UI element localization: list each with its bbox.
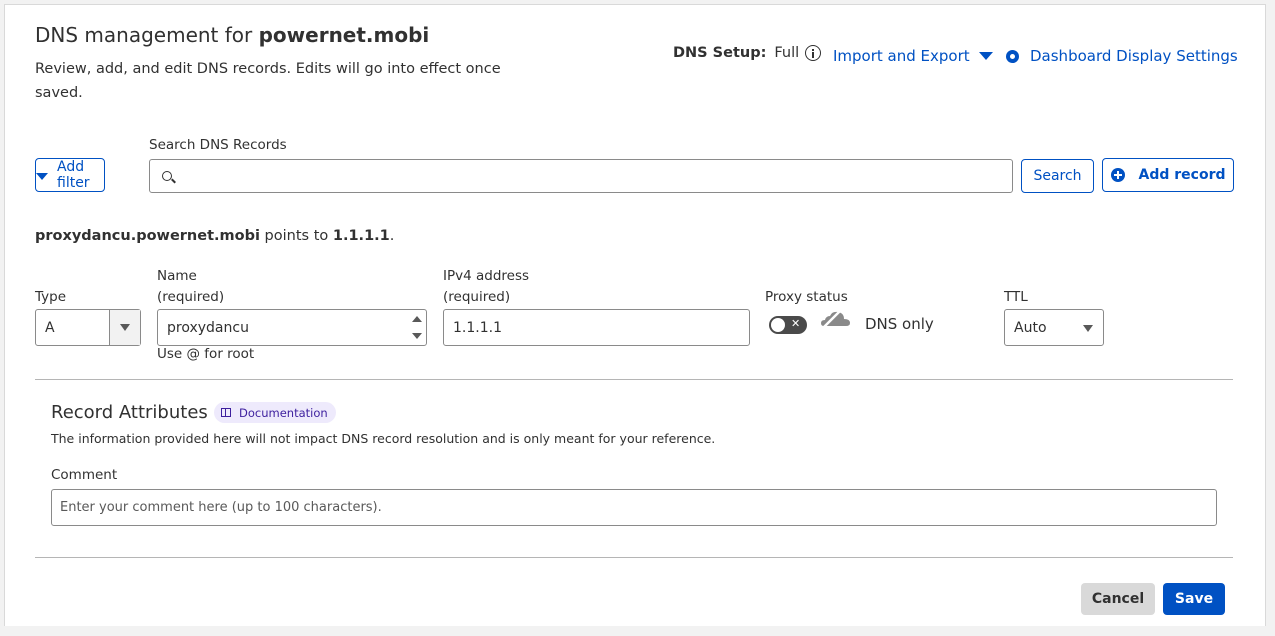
page-bottom-strip [0, 626, 1275, 636]
page-title: DNS management for powernet.mobi [35, 23, 429, 47]
add-record-button[interactable]: Add record [1102, 158, 1234, 192]
documentation-link[interactable]: Documentation [214, 402, 336, 423]
book-icon [221, 408, 231, 417]
plus-circle-icon [1110, 168, 1125, 182]
gear-icon [1006, 49, 1019, 63]
divider [35, 379, 1233, 380]
search-label: Search DNS Records [149, 137, 287, 153]
chevron-down-icon [120, 324, 130, 331]
divider [35, 557, 1233, 558]
page-title-domain: powernet.mobi [258, 23, 430, 47]
chevron-down-icon [1083, 325, 1093, 332]
close-icon: ✕ [791, 317, 801, 330]
ttl-select[interactable]: Auto [1004, 309, 1104, 346]
filter-icon [36, 172, 48, 180]
import-export-label: Import and Export [833, 47, 970, 65]
record-attributes-description: The information provided here will not i… [51, 431, 716, 446]
page-title-prefix: DNS management for [35, 23, 259, 47]
name-spinner[interactable] [412, 314, 422, 341]
spin-down-icon[interactable] [412, 333, 422, 339]
proxy-status-value: DNS only [865, 315, 934, 333]
add-filter-label: Add filter [57, 159, 90, 191]
record-points-to: points to [259, 228, 333, 244]
ttl-value: Auto [1014, 319, 1047, 336]
proxy-toggle[interactable]: ✕ [769, 316, 807, 334]
page-subtitle: Review, add, and edit DNS records. Edits… [35, 61, 501, 101]
documentation-label: Documentation [239, 405, 328, 420]
toggle-knob [771, 318, 785, 332]
cancel-button[interactable]: Cancel [1081, 583, 1155, 615]
add-record-label: Add record [1138, 167, 1226, 183]
record-attributes-title: Record Attributes [51, 402, 208, 423]
type-label: Type [35, 289, 67, 305]
type-dropdown-toggle[interactable] [109, 310, 140, 345]
name-help-text: Use @ for root [157, 346, 255, 362]
dashboard-display-settings-label: Dashboard Display Settings [1030, 47, 1238, 65]
record-target: 1.1.1.1 [332, 228, 390, 244]
proxy-status-label: Proxy status [765, 289, 848, 305]
dns-management-card: DNS management for powernet.mobi Review,… [4, 4, 1266, 630]
comment-label: Comment [51, 467, 118, 483]
ipv4-required: (required) [443, 289, 511, 305]
search-input[interactable] [149, 159, 1013, 193]
spin-up-icon[interactable] [412, 316, 422, 322]
type-select[interactable]: A [35, 309, 141, 346]
dns-setup-value: Full [774, 45, 800, 61]
cloud-icon [821, 309, 850, 330]
name-label: Name [157, 268, 197, 284]
add-filter-button[interactable]: Add filter [35, 158, 105, 192]
save-button[interactable]: Save [1163, 583, 1225, 615]
name-input[interactable]: proxydancu [157, 309, 427, 346]
dns-setup-label: DNS Setup: [673, 45, 767, 61]
dns-setup-status: DNS Setup: Full [673, 45, 822, 61]
name-required: (required) [157, 289, 225, 305]
search-icon [162, 171, 172, 181]
record-summary: proxydancu.powernet.mobi points to 1.1.1… [35, 228, 394, 244]
name-value: proxydancu [167, 319, 249, 336]
record-end: . [389, 228, 395, 244]
ttl-label: TTL [1004, 289, 1028, 305]
dashboard-display-settings-link[interactable]: Dashboard Display Settings [1006, 47, 1238, 65]
caret-down-icon [978, 52, 993, 60]
search-button[interactable]: Search [1021, 159, 1094, 193]
type-value: A [45, 319, 55, 336]
ipv4-label: IPv4 address [443, 268, 530, 284]
info-icon[interactable] [805, 45, 822, 61]
ipv4-value: 1.1.1.1 [453, 319, 502, 336]
ipv4-input[interactable]: 1.1.1.1 [443, 309, 750, 346]
comment-input[interactable] [51, 489, 1217, 526]
record-fqdn: proxydancu.powernet.mobi [35, 228, 260, 244]
import-export-dropdown[interactable]: Import and Export [833, 47, 993, 65]
